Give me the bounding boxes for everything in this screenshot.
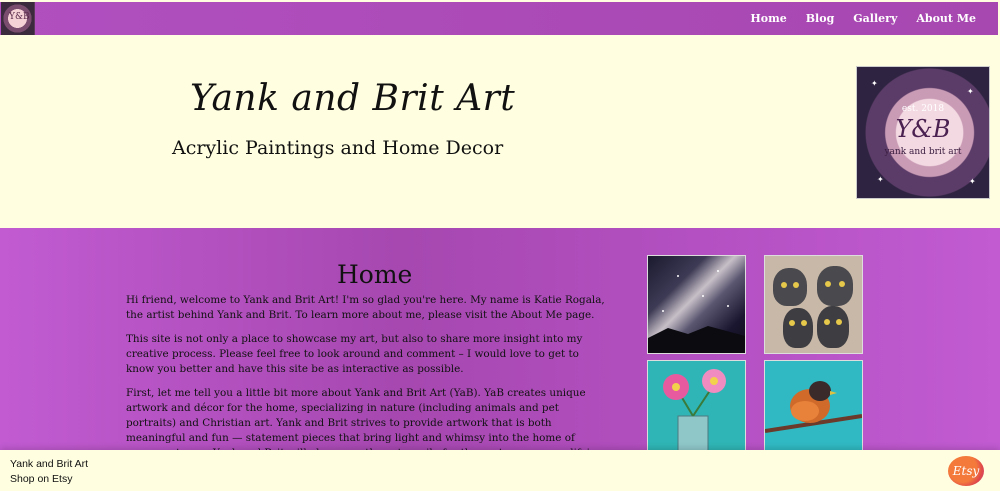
nav-links: Home Blog Gallery About Me: [750, 2, 976, 35]
nav-link-blog[interactable]: Blog: [806, 12, 835, 25]
galaxy-painting-image: [648, 270, 745, 353]
site-subtitle: Acrylic Paintings and Home Decor: [172, 137, 504, 159]
shop-on-etsy-link[interactable]: Shop on Etsy: [10, 473, 72, 485]
top-nav-bar: Y&B Home Blog Gallery About Me: [0, 2, 998, 35]
nav-logo[interactable]: Y&B: [1, 2, 35, 35]
gallery-thumb-galaxy[interactable]: [647, 255, 746, 354]
etsy-badge-button[interactable]: Etsy: [948, 456, 984, 486]
intro-paragraph: Hi friend, welcome to Yank and Brit Art!…: [126, 294, 605, 321]
nav-link-about-me[interactable]: About Me: [916, 12, 976, 25]
footer-title: Yank and Brit Art: [10, 458, 89, 470]
cat-figure: [817, 266, 853, 306]
nav-link-gallery[interactable]: Gallery: [853, 12, 897, 25]
intro-paragraph: This site is not only a place to showcas…: [126, 333, 583, 375]
page-heading: Home: [337, 260, 413, 289]
cat-figure: [773, 268, 807, 306]
logo-monogram: Y&B: [895, 115, 951, 143]
nav-logo-text: Y&B: [9, 12, 30, 22]
flowers-painting-image: [663, 369, 726, 452]
footer-bar: Yank and Brit Art Shop on Etsy: [0, 450, 1000, 491]
logo-tagline: yank and brit art: [884, 147, 962, 157]
cat-figure: [817, 306, 849, 348]
star-icon: ✦: [877, 175, 884, 184]
gallery-thumb-cats[interactable]: [764, 255, 863, 354]
star-icon: ✦: [967, 87, 974, 96]
nav-link-home[interactable]: Home: [750, 12, 786, 25]
site-title: Yank and Brit Art: [190, 78, 516, 119]
bird-painting-image: [764, 381, 863, 433]
star-icon: ✦: [969, 177, 976, 186]
gallery-thumb-bird[interactable]: [764, 360, 863, 452]
header-logo: ✦ ✦ ✦ ✦ est. 2018 Y&B yank and brit art: [856, 66, 990, 199]
cat-figure: [783, 308, 813, 348]
star-icon: ✦: [871, 79, 878, 88]
logo-est: est. 2018: [901, 104, 945, 114]
gallery-thumb-flowers[interactable]: [647, 360, 746, 452]
